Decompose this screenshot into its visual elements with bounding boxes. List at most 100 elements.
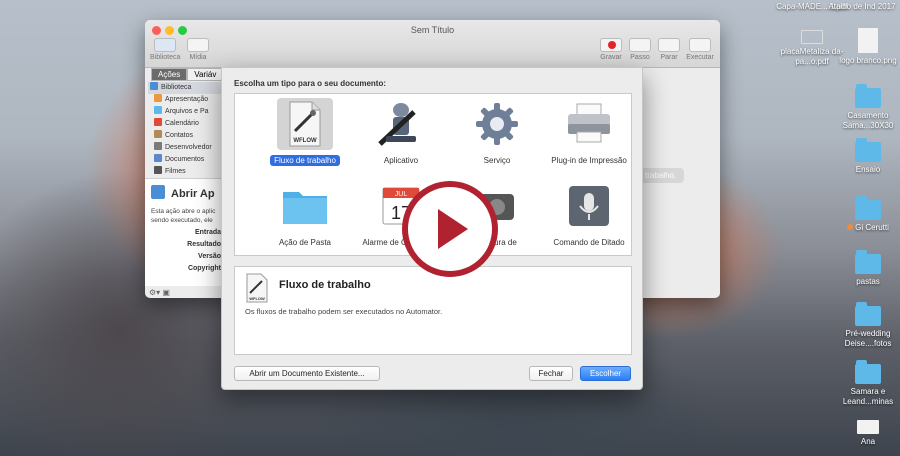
meta-copyright: Copyright	[187, 265, 221, 272]
sheet-heading: Escolha um tipo para o seu documento:	[234, 79, 387, 88]
run-toolbar-button[interactable]: Executar	[685, 38, 715, 61]
printer-icon	[561, 98, 617, 150]
record-toolbar-button[interactable]: Gravar	[596, 38, 626, 61]
gear-icon	[469, 98, 525, 150]
toolbar-label: Parar	[660, 54, 678, 61]
desktop-item[interactable]: Ana	[832, 420, 900, 447]
library-item[interactable]: Contatos	[148, 130, 224, 142]
toolbar-label: Executar	[686, 54, 714, 61]
library-item-label: Arquivos e Pa	[165, 108, 209, 115]
library-item[interactable]: Biblioteca	[148, 82, 224, 94]
library-item[interactable]: Arquivos e Pa	[148, 106, 224, 118]
finder-icon	[151, 185, 165, 199]
contacts-icon	[154, 130, 162, 138]
type-label: Comando de Ditado	[553, 238, 625, 247]
library-item[interactable]: Desenvolvedor	[148, 142, 224, 154]
desktop-item-label: Gi Cerutti	[855, 223, 889, 232]
library-icon	[154, 38, 176, 52]
robot-icon	[373, 98, 429, 150]
library-item[interactable]: Filmes	[148, 166, 224, 178]
desktop-item-label: Pré-wedding Deise....fotos	[844, 329, 892, 348]
desktop-item-label: Atalho de Ind 2017	[828, 2, 896, 11]
svg-text:WFLOW: WFLOW	[249, 296, 265, 301]
library-toolbar-button[interactable]: Biblioteca	[150, 38, 180, 61]
window-titlebar: Sem Título Biblioteca Mídia Gravar Passo…	[145, 20, 720, 68]
documents-icon	[154, 154, 162, 162]
library-item-label: Contatos	[165, 132, 194, 139]
tab-actions[interactable]: Ações	[151, 68, 188, 81]
action-description: Esta ação abre o aplic sendo executado, …	[151, 208, 216, 224]
document-icon	[857, 420, 879, 434]
step-icon	[629, 38, 651, 52]
description-text: Os fluxos de trabalho podem ser executad…	[245, 307, 443, 316]
action-detail-pane: Abrir Ap Esta ação abre o aplic sendo ex…	[145, 178, 223, 286]
type-label: Serviço	[483, 156, 511, 165]
desktop-item[interactable]: Gi Cerutti	[832, 196, 900, 233]
desktop-item[interactable]: Samara e Leand...minas	[832, 360, 900, 407]
folder-icon	[855, 302, 881, 326]
library-item-label: Desenvolvedor	[165, 144, 212, 151]
library-item[interactable]: Apresentação	[148, 94, 224, 106]
tab-variables[interactable]: Variáv	[187, 68, 224, 81]
choose-button[interactable]: Escolher	[580, 366, 631, 381]
type-description-box: WFLOW Fluxo de trabalho Os fluxos de tra…	[234, 266, 632, 355]
folder-icon	[855, 360, 881, 384]
library-item[interactable]: Documentos	[148, 154, 224, 166]
type-label: Fluxo de trabalho	[270, 155, 340, 166]
meta-version: Versão	[198, 253, 221, 260]
workflow-icon: WFLOW	[245, 273, 269, 308]
desktop-item[interactable]: Ensaio	[832, 138, 900, 175]
step-toolbar-button[interactable]: Passo	[625, 38, 655, 61]
document-icon	[801, 30, 823, 44]
toolbar-label: Biblioteca	[150, 54, 181, 61]
folder-icon	[277, 180, 333, 232]
type-dictation-command[interactable]: Comando de Ditado	[541, 180, 637, 250]
desktop-item[interactable]: Pré-wedding Deise....fotos	[832, 302, 900, 349]
library-tabs: Ações Variáv	[151, 68, 224, 81]
workflow-icon: WFLOW	[277, 98, 333, 150]
desktop-item-label: Casamento Sama...30X30	[842, 111, 894, 130]
desktop-item[interactable]: Casamento Sama...30X30	[832, 84, 900, 131]
type-workflow[interactable]: WFLOW Fluxo de trabalho	[257, 98, 353, 168]
stop-toolbar-button[interactable]: Parar	[654, 38, 684, 61]
library-item-label: Biblioteca	[161, 84, 192, 91]
desktop-item-label: Ana	[860, 437, 876, 446]
play-icon	[438, 209, 468, 249]
presentation-icon	[154, 94, 162, 102]
type-label: Aplicativo	[383, 156, 419, 165]
desktop-item[interactable]: Atalho de Ind 2017	[826, 2, 898, 12]
folder-icon	[855, 138, 881, 162]
toolbar-label: Passo	[630, 54, 650, 61]
library-item-label: Documentos	[165, 156, 205, 163]
desktop-item[interactable]: logo branco.png	[832, 28, 900, 66]
stop-icon	[658, 38, 680, 52]
description-title: Fluxo de trabalho	[279, 279, 371, 291]
desktop-item-label: Ensaio	[855, 165, 881, 174]
microphone-icon	[561, 180, 617, 232]
folder-icon	[855, 250, 881, 274]
record-icon	[600, 38, 622, 52]
image-icon	[858, 28, 878, 53]
files-icon	[154, 106, 162, 114]
desktop-item[interactable]: pastas	[832, 250, 900, 287]
video-play-button[interactable]	[402, 181, 498, 277]
library-list: Biblioteca Apresentação Arquivos e Pa Ca…	[148, 82, 224, 178]
open-existing-document-button[interactable]: Abrir um Documento Existente...	[234, 366, 380, 381]
type-print-plugin[interactable]: Plug-in de Impressão	[541, 98, 637, 168]
type-folder-action[interactable]: Ação de Pasta	[257, 180, 353, 250]
close-button[interactable]: Fechar	[529, 366, 573, 381]
desktop-item-label: pastas	[856, 277, 880, 286]
media-toolbar-button[interactable]: Mídia	[183, 38, 213, 61]
window-title: Sem Título	[410, 25, 455, 35]
meta-result: Resultado	[187, 241, 221, 248]
svg-text:WFLOW: WFLOW	[293, 138, 317, 144]
type-service[interactable]: Serviço	[449, 98, 545, 168]
settings-menu-icon[interactable]: ⚙▾ ▣	[149, 288, 170, 297]
orange-tag-icon	[847, 224, 854, 230]
type-application[interactable]: Aplicativo	[353, 98, 449, 168]
meta-input: Entrada	[194, 229, 221, 236]
library-item-label: Calendário	[165, 120, 199, 127]
library-item[interactable]: Calendário	[148, 118, 224, 130]
type-label: Plug-in de Impressão	[551, 156, 627, 165]
developer-icon	[154, 142, 162, 150]
